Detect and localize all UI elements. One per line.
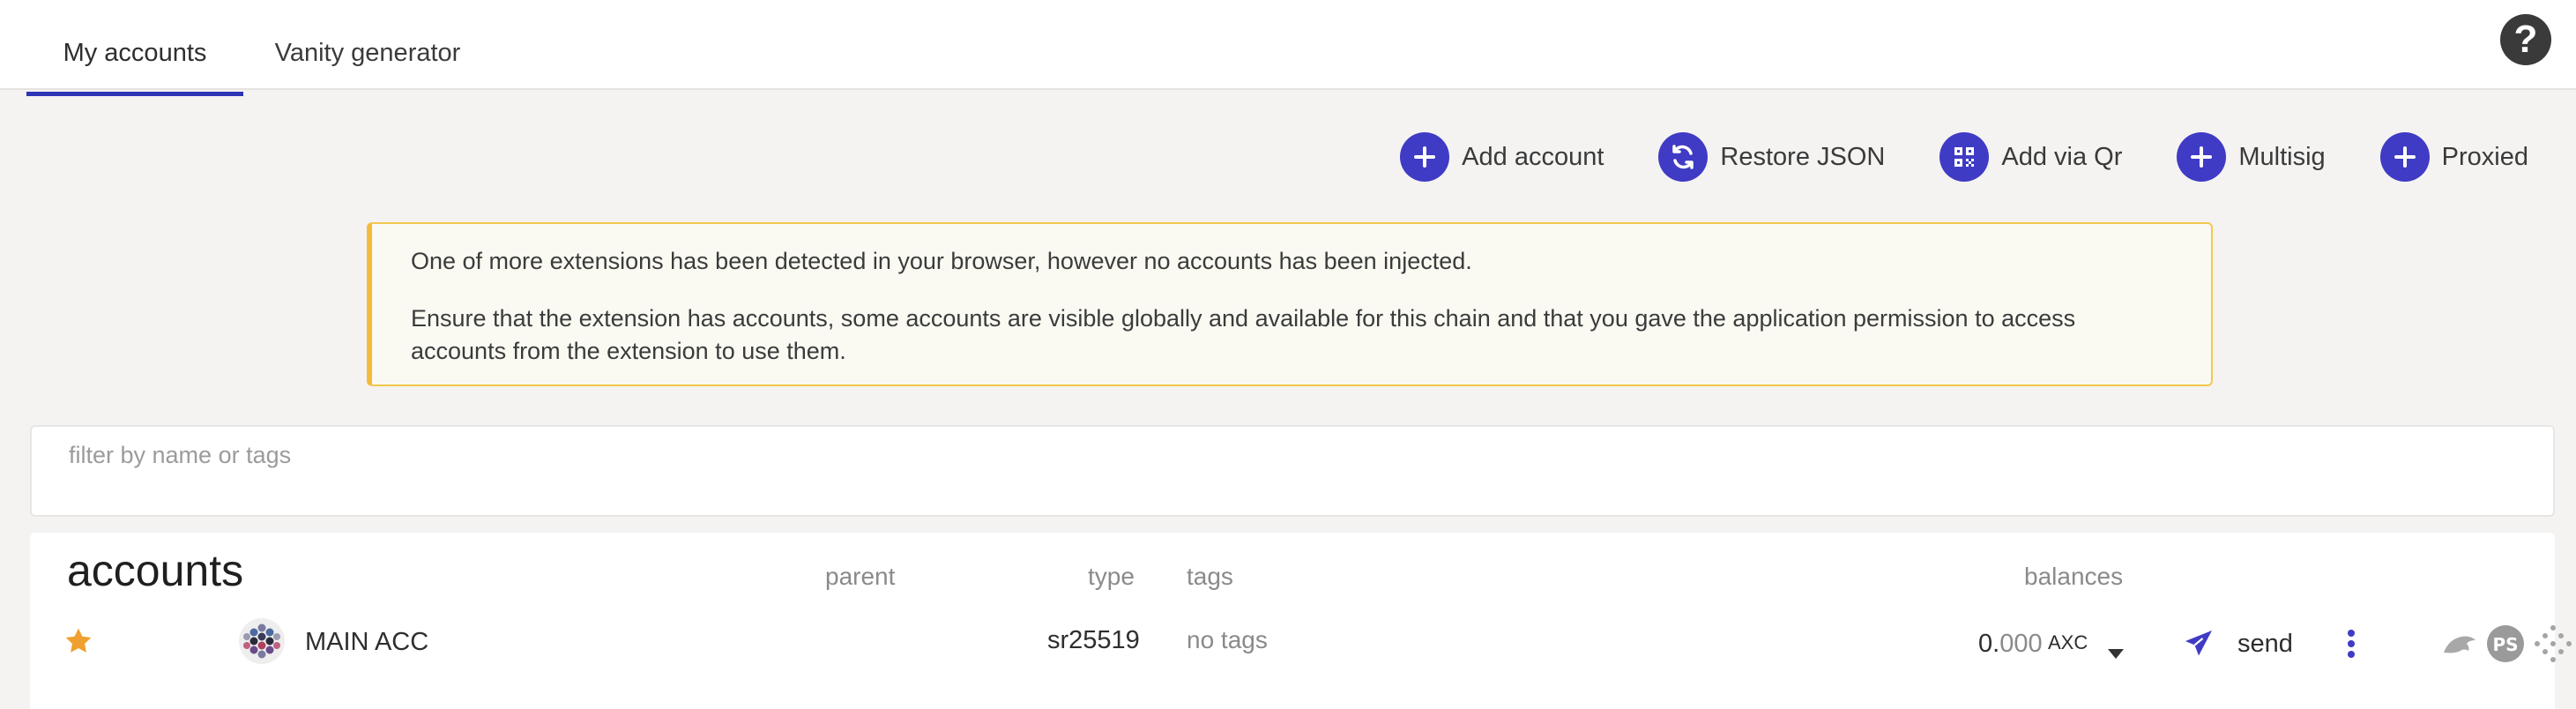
header-parent: parent xyxy=(825,563,896,590)
proxied-button[interactable]: Proxied xyxy=(2379,132,2528,182)
add-via-qr-button[interactable]: Add via Qr xyxy=(1939,132,2122,182)
balance-value: 0.000 xyxy=(1978,630,2043,659)
subscan-icon xyxy=(2532,623,2574,672)
balance-unit: AXC xyxy=(2048,631,2088,653)
warning-line-2: Ensure that the extension has accounts, … xyxy=(411,305,2076,364)
header-tags: tags xyxy=(1187,563,1233,590)
ellipsis-vertical-icon[interactable] xyxy=(2345,626,2357,668)
account-actions: Add account Restore JSON Add via Qr Mult… xyxy=(1345,132,2528,182)
header-type: type xyxy=(1088,563,1135,590)
avatar[interactable] xyxy=(238,617,286,672)
balance-integer: 0. xyxy=(1978,630,2000,658)
star-icon[interactable] xyxy=(63,626,93,663)
kusama-icon xyxy=(2440,626,2479,668)
restore-json-button[interactable]: Restore JSON xyxy=(1658,132,1885,182)
filter-box xyxy=(30,425,2555,517)
add-account-label: Add account xyxy=(1462,142,1604,171)
send-button[interactable]: send xyxy=(2237,630,2293,659)
qrcode-icon xyxy=(1939,132,1990,182)
tab-my-accounts[interactable]: My accounts xyxy=(26,0,243,96)
sync-icon xyxy=(1658,132,1709,182)
plus-icon xyxy=(2379,132,2430,182)
tab-vanity-generator[interactable]: Vanity generator xyxy=(264,0,471,92)
filter-input[interactable] xyxy=(67,441,1128,470)
caret-down-icon[interactable] xyxy=(2107,638,2125,668)
extension-warning: One of more extensions has been detected… xyxy=(367,222,2213,386)
multisig-button[interactable]: Multisig xyxy=(2177,132,2326,182)
top-tab-bar: My accounts Vanity generator ? xyxy=(0,0,2576,96)
accounts-title: accounts xyxy=(67,546,244,595)
balance-decimals: 000 xyxy=(1999,630,2043,658)
plus-icon xyxy=(2177,132,2227,182)
add-account-button[interactable]: Add account xyxy=(1400,132,1604,182)
restore-json-label: Restore JSON xyxy=(1720,142,1886,171)
warning-line-1: One of more extensions has been detected… xyxy=(411,248,1472,274)
account-type: sr25519 xyxy=(1047,626,1140,654)
proxied-label: Proxied xyxy=(2441,142,2528,171)
paper-plane-icon[interactable] xyxy=(2183,628,2215,667)
add-via-qr-label: Add via Qr xyxy=(2001,142,2123,171)
account-name[interactable]: MAIN ACC xyxy=(305,628,428,657)
accounts-table: accounts parent type tags balances MAIN … xyxy=(30,533,2572,709)
polkassembly-icon: PS xyxy=(2486,624,2525,670)
header-balances: balances xyxy=(2024,563,2124,590)
svg-text:PS: PS xyxy=(2492,634,2518,655)
account-tags[interactable]: no tags xyxy=(1187,626,1268,654)
plus-icon xyxy=(1400,132,1450,182)
help-icon[interactable]: ? xyxy=(2500,14,2551,65)
multisig-label: Multisig xyxy=(2238,142,2326,171)
